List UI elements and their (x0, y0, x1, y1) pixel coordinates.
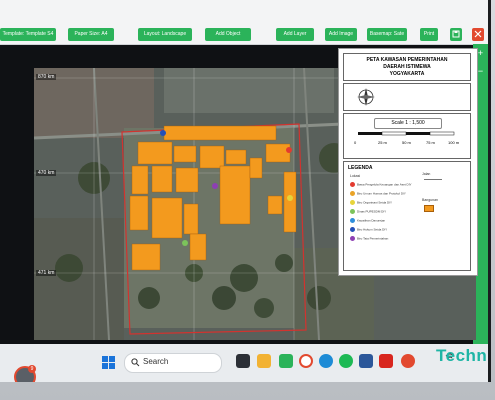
legend-item: Dinas PUPESDM DIY (350, 209, 386, 216)
search-icon (131, 358, 140, 367)
close-icon[interactable] (472, 28, 484, 41)
spotify-icon[interactable] (339, 354, 353, 368)
legend-item: Biro Hukum Setda DIY (350, 227, 387, 234)
app-icon[interactable] (401, 354, 415, 368)
taskbar-search[interactable]: Search (124, 353, 222, 373)
windows-start-icon[interactable] (102, 356, 115, 374)
chrome-icon[interactable] (299, 354, 313, 368)
grid-label: 471 km (36, 270, 57, 276)
grid-label: 870 km (36, 74, 57, 80)
legend-item-label: Biro Tata Pemerintahan (357, 236, 389, 241)
legend-dot-icon (350, 209, 355, 214)
road-symbol (424, 179, 442, 180)
template-button[interactable]: Template: Template S4 (0, 28, 56, 41)
screen: Template: Template S4 Paper Size: A4 Lay… (0, 0, 491, 382)
scale-tick: 75 m (426, 140, 435, 145)
legend-dot-icon (350, 182, 355, 187)
file-explorer-icon[interactable] (257, 354, 271, 368)
layout-button[interactable]: Layout: Landscape (138, 28, 192, 41)
whatsapp-icon[interactable] (279, 354, 293, 368)
legend-dot-icon (350, 218, 355, 223)
notification-count: 9 (28, 365, 36, 373)
map-title-line: DAERAH ISTIMEWA (383, 64, 431, 70)
windows-taskbar: Search (0, 344, 488, 382)
notification-badge[interactable]: 9 (14, 365, 36, 382)
basemap-button[interactable]: Basemap: Sate (367, 28, 407, 41)
print-button[interactable]: Print (420, 28, 438, 41)
word-icon[interactable] (359, 354, 373, 368)
search-placeholder: Search (143, 357, 169, 366)
scale-tick: 100 m (448, 140, 460, 145)
scale-tick: 50 m (402, 140, 411, 145)
task-view-icon[interactable] (236, 354, 250, 368)
scale-tick: 0 (354, 140, 357, 145)
legend-item: Bawa Pengelola Keuangan dan Aset DIY (350, 182, 412, 189)
legend-item-label: Kepatihan Danurejan (357, 218, 386, 223)
map-title-line: YOGYAKARTA (389, 71, 425, 77)
pinterest-icon[interactable] (379, 354, 393, 368)
toolbar: Template: Template S4 Paper Size: A4 Lay… (0, 0, 488, 45)
legend-item-label: Bawa Pengelola Keuangan dan Aset DIY (357, 182, 412, 187)
paper-size-button[interactable]: Paper Size: A4 (68, 28, 114, 41)
legend-item: Kepatihan Danurejan (350, 218, 385, 225)
legend-item-label: Biro Umum Humas dan Protokol DIY (357, 191, 406, 196)
legend-dot-icon (350, 236, 355, 241)
map-title: PETA KAWASAN PEMERINTAHAN DAERAH ISTIMEW… (343, 53, 471, 81)
map-title-line: PETA KAWASAN PEMERINTAHAN (366, 57, 448, 63)
scale-tick: 25 m (378, 140, 387, 145)
legend-item: Biro Organisasi Setda DIY (350, 200, 392, 207)
building-symbol (424, 205, 434, 212)
legend-dot-icon (350, 200, 355, 205)
add-layer-button[interactable]: Add Layer (276, 28, 314, 41)
save-icon[interactable] (450, 28, 462, 41)
legend-item-label: Dinas PUPESDM DIY (357, 209, 387, 214)
legend-subhead: Jalan (422, 172, 431, 176)
legend-subhead: Bangunan (422, 198, 438, 202)
north-arrow-icon (357, 88, 375, 106)
legend-item: Biro Tata Pemerintahan (350, 236, 388, 243)
legend-item: Biro Umum Humas dan Protokol DIY (350, 191, 406, 198)
legend-box: LEGENDA Lokasi Jalan Bangunan Bawa Penge… (343, 161, 471, 271)
scale-box: Scale 1 : 1,500 0 25 m 50 m 75 m 100 m (343, 113, 471, 159)
brand-watermark: Techn (436, 346, 488, 365)
legend-item-label: Biro Hukum Setda DIY (357, 227, 388, 232)
add-object-button[interactable]: Add Object (205, 28, 251, 41)
legend-dot-icon (350, 227, 355, 232)
legend-title: LEGENDA (348, 165, 373, 171)
legend-dot-icon (350, 191, 355, 196)
edge-icon[interactable] (319, 354, 333, 368)
legend-subhead: Lokasi (350, 174, 361, 178)
add-image-button[interactable]: Add Image (325, 28, 357, 41)
map-legend-panel[interactable]: PETA KAWASAN PEMERINTAHAN DAERAH ISTIMEW… (338, 48, 478, 276)
compass-box (343, 83, 471, 111)
grid-label: 470 km (36, 170, 57, 176)
legend-item-label: Biro Organisasi Setda DIY (357, 200, 393, 205)
